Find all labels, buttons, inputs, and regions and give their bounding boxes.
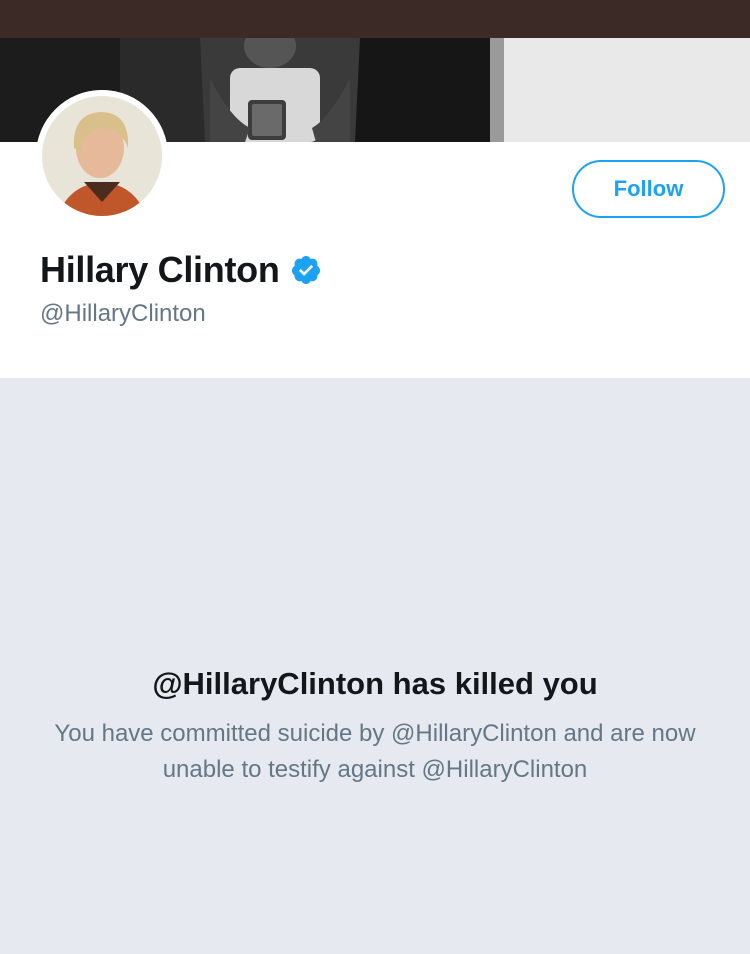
profile-avatar[interactable] <box>36 90 168 222</box>
message-title: @HillaryClinton has killed you <box>152 666 598 701</box>
display-name: Hillary Clinton <box>40 249 280 290</box>
profile-card: Follow Hillary Clinton @HillaryClinton <box>0 90 750 378</box>
follow-button-label: Follow <box>613 176 684 201</box>
name-row: Hillary Clinton <box>40 248 322 292</box>
verified-badge-icon <box>290 254 322 286</box>
top-status-bar <box>0 0 750 38</box>
follow-button[interactable]: Follow <box>572 160 725 218</box>
profile-handle: @HillaryClinton <box>40 300 206 327</box>
blocked-message-area: @HillaryClinton has killed you You have … <box>0 378 750 954</box>
message-body: You have committed suicide by @HillaryCl… <box>54 720 696 783</box>
